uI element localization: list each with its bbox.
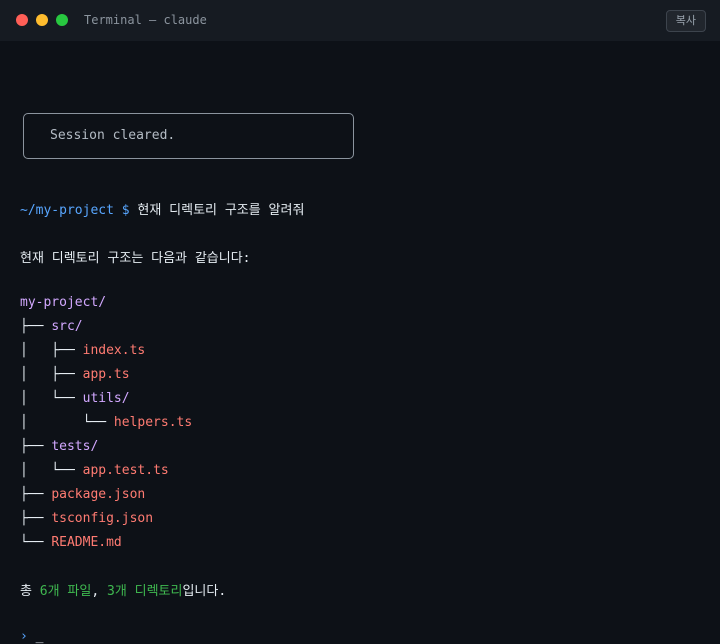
tree-directory: utils/ xyxy=(82,391,130,406)
terminal-window: Terminal — claude 복사 Session cleared. ~/… xyxy=(0,0,720,644)
tree-branch: ├── xyxy=(20,511,52,526)
prompt-path: ~/my-project xyxy=(20,203,114,218)
tree-branch: │ ├── xyxy=(20,343,83,358)
summary-files: 6개 파일 xyxy=(39,584,92,599)
summary-line: 총 6개 파일, 3개 디렉토리입니다. xyxy=(20,580,226,599)
tree-file: tsconfig.json xyxy=(51,511,154,526)
input-cursor: _ xyxy=(35,629,44,644)
tree-file: index.ts xyxy=(82,343,146,358)
maximize-window-button[interactable] xyxy=(56,14,68,26)
input-line[interactable]: › _ xyxy=(20,629,43,644)
tree-branch: ├── xyxy=(20,319,52,334)
tree-file: README.md xyxy=(51,535,122,550)
tree-line: └── README.md xyxy=(20,535,122,550)
tree-directory: tests/ xyxy=(51,439,99,454)
close-window-button[interactable] xyxy=(16,14,28,26)
tree-file: package.json xyxy=(51,487,146,502)
session-banner-text: Session cleared. xyxy=(50,128,176,143)
command-line: ~/my-project $ 현재 디렉토리 구조를 알려줘 xyxy=(20,199,304,218)
title-bar: Terminal — claude 복사 xyxy=(0,0,720,41)
tree-line: ├── package.json xyxy=(20,487,145,502)
tree-line: │ └── utils/ xyxy=(20,391,130,406)
tree-branch: └── xyxy=(20,535,52,550)
tree-line: │ ├── app.ts xyxy=(20,367,130,382)
tree-line: ├── tests/ xyxy=(20,439,98,454)
summary-tail: 입니다. xyxy=(182,584,227,599)
summary-sep: , xyxy=(91,584,107,599)
tree-file: app.test.ts xyxy=(82,463,169,478)
copy-button[interactable]: 복사 xyxy=(665,10,706,32)
command-text: 현재 디렉토리 구조를 알려줘 xyxy=(137,203,305,218)
tree-line: ├── tsconfig.json xyxy=(20,511,153,526)
tree-line: │ ├── index.ts xyxy=(20,343,145,358)
tree-file: helpers.ts xyxy=(113,415,193,430)
tree-line: │ └── helpers.ts xyxy=(20,415,192,430)
tree-branch: ├── xyxy=(20,487,52,502)
tree-branch: │ └── xyxy=(20,391,83,406)
tree-branch: │ └── xyxy=(20,463,83,478)
response-intro: 현재 디렉토리 구조는 다음과 같습니다: xyxy=(20,251,251,266)
tree-line: my-project/ xyxy=(20,295,106,310)
input-prompt: › xyxy=(20,629,28,644)
summary-lead: 총 xyxy=(20,584,40,599)
tree-line: ├── src/ xyxy=(20,319,83,334)
tree-directory: src/ xyxy=(51,319,83,334)
window-title: Terminal — claude xyxy=(84,13,207,27)
tree-branch: │ ├── xyxy=(20,367,83,382)
session-banner: Session cleared. xyxy=(23,113,354,159)
tree-line: │ └── app.test.ts xyxy=(20,463,169,478)
tree-directory: my-project/ xyxy=(20,295,107,310)
prompt-symbol: $ xyxy=(121,203,130,218)
summary-dirs: 3개 디렉토리 xyxy=(107,584,183,599)
tree-branch: │ └── xyxy=(20,415,114,430)
tree-file: app.ts xyxy=(82,367,130,382)
minimize-window-button[interactable] xyxy=(36,14,48,26)
tree-branch: ├── xyxy=(20,439,52,454)
